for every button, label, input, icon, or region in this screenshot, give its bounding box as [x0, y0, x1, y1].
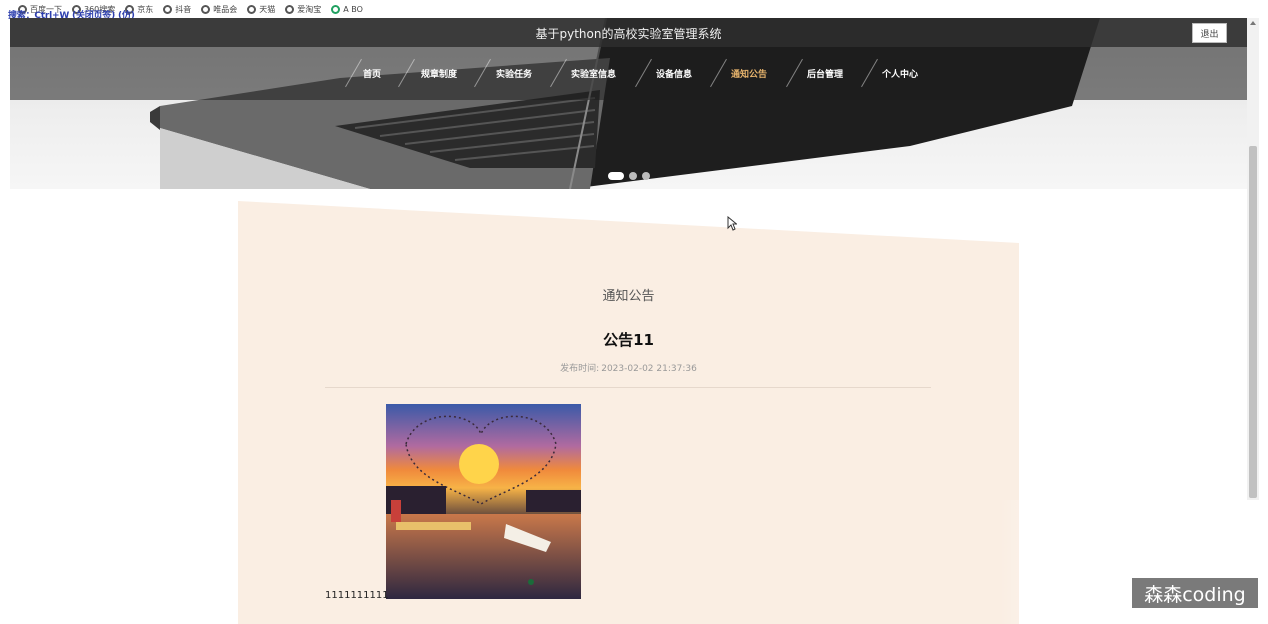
globe-icon: [285, 4, 295, 14]
notice-title: 公告11: [603, 331, 654, 349]
nav-separator: [345, 58, 362, 88]
section-title: 通知公告: [602, 289, 655, 304]
scrollbar-thumb[interactable]: [1249, 146, 1257, 498]
nav-separator: [635, 58, 652, 88]
nav-item-lab-tasks[interactable]: 实验任务: [496, 67, 532, 80]
bookmark-label: 唯品会: [213, 4, 238, 14]
site-header: 基于python的高校实验室管理系统 退出: [10, 18, 1247, 47]
notice-body-text: 1111111111: [325, 590, 389, 601]
bookmark-douyin[interactable]: 抖音: [163, 4, 191, 15]
hero-banner: 基于python的高校实验室管理系统 退出 首页 规章制度 实验任务 实验室信息…: [10, 18, 1247, 189]
bookmark-label: 京东: [137, 4, 154, 14]
nav-item-admin[interactable]: 后台管理: [807, 67, 843, 80]
nav-separator: [786, 58, 803, 88]
notice-card: [238, 201, 1019, 624]
logout-button[interactable]: 退出: [1192, 23, 1227, 43]
main-nav: 首页 规章制度 实验任务 实验室信息 设备信息 通知公告 后台管理 个人中心: [10, 47, 1247, 100]
scroll-up-arrow-icon[interactable]: [1250, 21, 1256, 25]
nav-separator: [550, 58, 567, 88]
leaf-icon: [331, 4, 341, 14]
bookmark-abo[interactable]: A BO: [331, 4, 363, 14]
nav-item-lab-info[interactable]: 实验室信息: [571, 67, 616, 80]
bookmarks-bar: 百度一下 360搜索 京东 抖音 唯品会 天猫 爱淘宝 A BO: [0, 0, 1268, 18]
nav-item-notices[interactable]: 通知公告: [731, 67, 767, 80]
nav-separator: [398, 58, 415, 88]
carousel-dot[interactable]: [608, 172, 624, 180]
site-title: 基于python的高校实验室管理系统: [535, 27, 722, 41]
nav-item-equipment[interactable]: 设备信息: [656, 67, 692, 80]
publish-time-value: 2023-02-02 21:37:36: [601, 364, 697, 374]
nav-item-home[interactable]: 首页: [363, 67, 381, 80]
bookmark-aitaobao[interactable]: 爱淘宝: [285, 4, 321, 15]
notice-publish-time: 发布时间: 2023-02-02 21:37:36: [238, 361, 1019, 374]
nav-separator: [861, 58, 878, 88]
nav-item-profile[interactable]: 个人中心: [882, 67, 918, 80]
watermark: 森森coding: [1132, 578, 1258, 608]
globe-icon: [201, 4, 211, 14]
notice-image: [386, 404, 581, 599]
nav-separator: [474, 58, 491, 88]
divider: [325, 387, 931, 388]
bookmark-label: 爱淘宝: [297, 4, 322, 14]
carousel-dot[interactable]: [629, 172, 637, 180]
publish-time-label: 发布时间:: [560, 364, 600, 374]
carousel-dot[interactable]: [642, 172, 650, 180]
nav-separator: [710, 58, 727, 88]
mouse-cursor-icon: [727, 216, 737, 231]
bookmark-label: A BO: [343, 4, 363, 14]
globe-icon: [163, 4, 173, 14]
nav-item-regulations[interactable]: 规章制度: [421, 67, 457, 80]
bookmark-label: 天猫: [259, 4, 276, 14]
globe-icon: [247, 4, 257, 14]
bookmark-vip[interactable]: 唯品会: [201, 4, 237, 15]
bookmark-label: 抖音: [175, 4, 192, 14]
bookmark-tmall[interactable]: 天猫: [247, 4, 275, 15]
carousel-indicators: [608, 172, 650, 180]
page-scrollbar[interactable]: [1247, 18, 1259, 500]
